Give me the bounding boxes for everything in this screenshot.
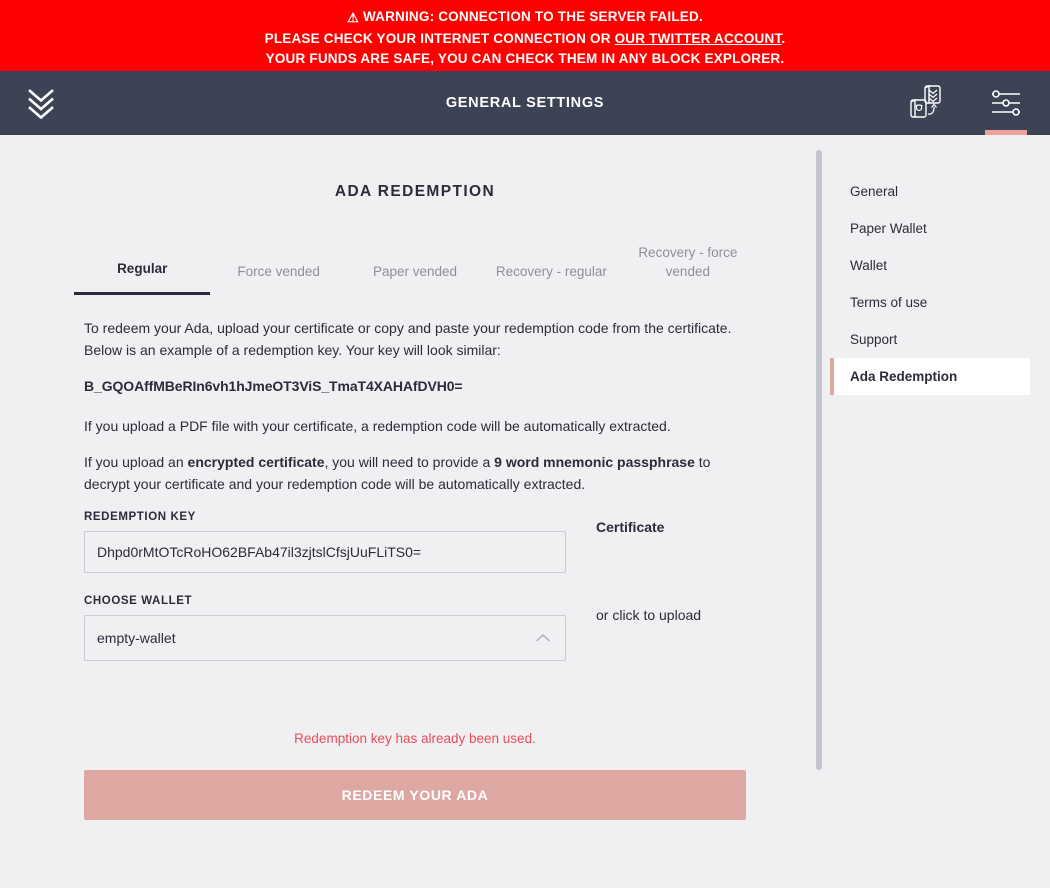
- example-redemption-key: B_GQOAffMBeRIn6vh1hJmeOT3ViS_TmaT4XAHAfD…: [84, 378, 463, 394]
- choose-wallet-field-block: CHOOSE WALLET empty-wallet: [84, 595, 566, 661]
- server-connection-warning-banner: ⚠ WARNING: CONNECTION TO THE SERVER FAILE…: [0, 0, 1050, 71]
- settings-menu: General Paper Wallet Wallet Terms of use…: [830, 149, 1030, 415]
- wallet-switch-button[interactable]: [902, 71, 954, 135]
- settings-menu-item-ada-redemption[interactable]: Ada Redemption: [830, 358, 1030, 395]
- redemption-key-input[interactable]: [84, 531, 566, 573]
- choose-wallet-select[interactable]: empty-wallet: [84, 615, 566, 661]
- warning-text-2-before: PLEASE CHECK YOUR INTERNET CONNECTION OR: [264, 30, 615, 46]
- settings-sliders-icon: [992, 90, 1020, 116]
- settings-menu-item-wallet[interactable]: Wallet: [830, 247, 1030, 284]
- warning-text-2-after: .: [781, 30, 786, 46]
- warning-triangle-icon: ⚠: [347, 10, 359, 25]
- page-title: ADA REDEMPTION: [334, 183, 496, 200]
- choose-wallet-label: CHOOSE WALLET: [84, 595, 193, 607]
- encrypted-bold2: 9 word mnemonic passphrase: [494, 454, 695, 470]
- choose-wallet-value: empty-wallet: [97, 630, 176, 646]
- instruction-paragraph-pdf: If you upload a PDF file with your certi…: [84, 418, 671, 434]
- twitter-account-link[interactable]: OUR TWITTER ACCOUNT: [615, 31, 782, 46]
- settings-menu-item-terms-of-use[interactable]: Terms of use: [830, 284, 1030, 321]
- certificate-upload-link[interactable]: or click to upload: [596, 607, 746, 623]
- settings-button[interactable]: [980, 71, 1032, 135]
- warning-text-1: WARNING: CONNECTION TO THE SERVER FAILED…: [362, 9, 703, 24]
- chevron-up-icon: [535, 633, 551, 642]
- warning-line-3: YOUR FUNDS ARE SAFE, YOU CAN CHECK THEM …: [0, 49, 1050, 70]
- redemption-key-label: REDEMPTION KEY: [84, 511, 196, 523]
- encrypted-part1: If you upload an: [84, 454, 188, 470]
- settings-page: ADA REDEMPTION Regular Force vended Pape…: [0, 135, 1050, 888]
- wallet-switch-icon: [910, 84, 941, 118]
- tab-force-vended[interactable]: Force vended: [210, 262, 346, 295]
- topbar-actions: [902, 71, 1032, 135]
- instruction-paragraph-intro: To redeem your Ada, upload your certific…: [84, 320, 732, 358]
- instruction-paragraph-encrypted: If you upload an encrypted certificate, …: [84, 451, 746, 495]
- redemption-form: REDEMPTION KEY CHOOSE WALLET empty-walle…: [84, 511, 746, 683]
- settings-menu-item-paper-wallet[interactable]: Paper Wallet: [830, 210, 1030, 247]
- redemption-error-message: Redemption key has already been used.: [294, 731, 536, 746]
- certificate-label: Certificate: [596, 519, 665, 535]
- settings-menu-item-general[interactable]: General: [830, 173, 1030, 210]
- app-topbar: GENERAL SETTINGS: [0, 71, 1050, 135]
- content-scrollbar-thumb[interactable]: [816, 150, 822, 770]
- ada-redemption-content: ADA REDEMPTION Regular Force vended Pape…: [20, 135, 810, 888]
- tab-regular[interactable]: Regular: [74, 259, 211, 295]
- form-left-column: REDEMPTION KEY CHOOSE WALLET empty-walle…: [84, 511, 566, 683]
- settings-menu-item-support[interactable]: Support: [830, 321, 1030, 358]
- tab-recovery-regular[interactable]: Recovery - regular: [483, 262, 619, 295]
- certificate-upload-area[interactable]: Certificate or click to upload: [596, 511, 746, 683]
- redemption-type-tabs: Regular Force vended Paper vended Recove…: [74, 243, 756, 295]
- encrypted-part2: , you will need to provide a: [324, 454, 495, 470]
- warning-text-3: YOUR FUNDS ARE SAFE, YOU CAN CHECK THEM …: [265, 51, 785, 66]
- tab-paper-vended[interactable]: Paper vended: [347, 262, 483, 295]
- warning-line-2: PLEASE CHECK YOUR INTERNET CONNECTION OR…: [0, 29, 1050, 50]
- page-title-topbar: GENERAL SETTINGS: [445, 95, 605, 111]
- redemption-key-field-block: REDEMPTION KEY: [84, 511, 566, 573]
- tab-recovery-force-vended[interactable]: Recovery - force vended: [620, 243, 756, 295]
- encrypted-bold1: encrypted certificate: [187, 454, 325, 470]
- content-scrollbar-track[interactable]: [814, 135, 824, 888]
- warning-line-1: ⚠ WARNING: CONNECTION TO THE SERVER FAILE…: [0, 7, 1050, 29]
- daedalus-chevrons-logo-icon[interactable]: [26, 86, 60, 120]
- instructions: To redeem your Ada, upload your certific…: [84, 295, 746, 495]
- redeem-submit-button[interactable]: REDEEM YOUR ADA: [84, 770, 746, 820]
